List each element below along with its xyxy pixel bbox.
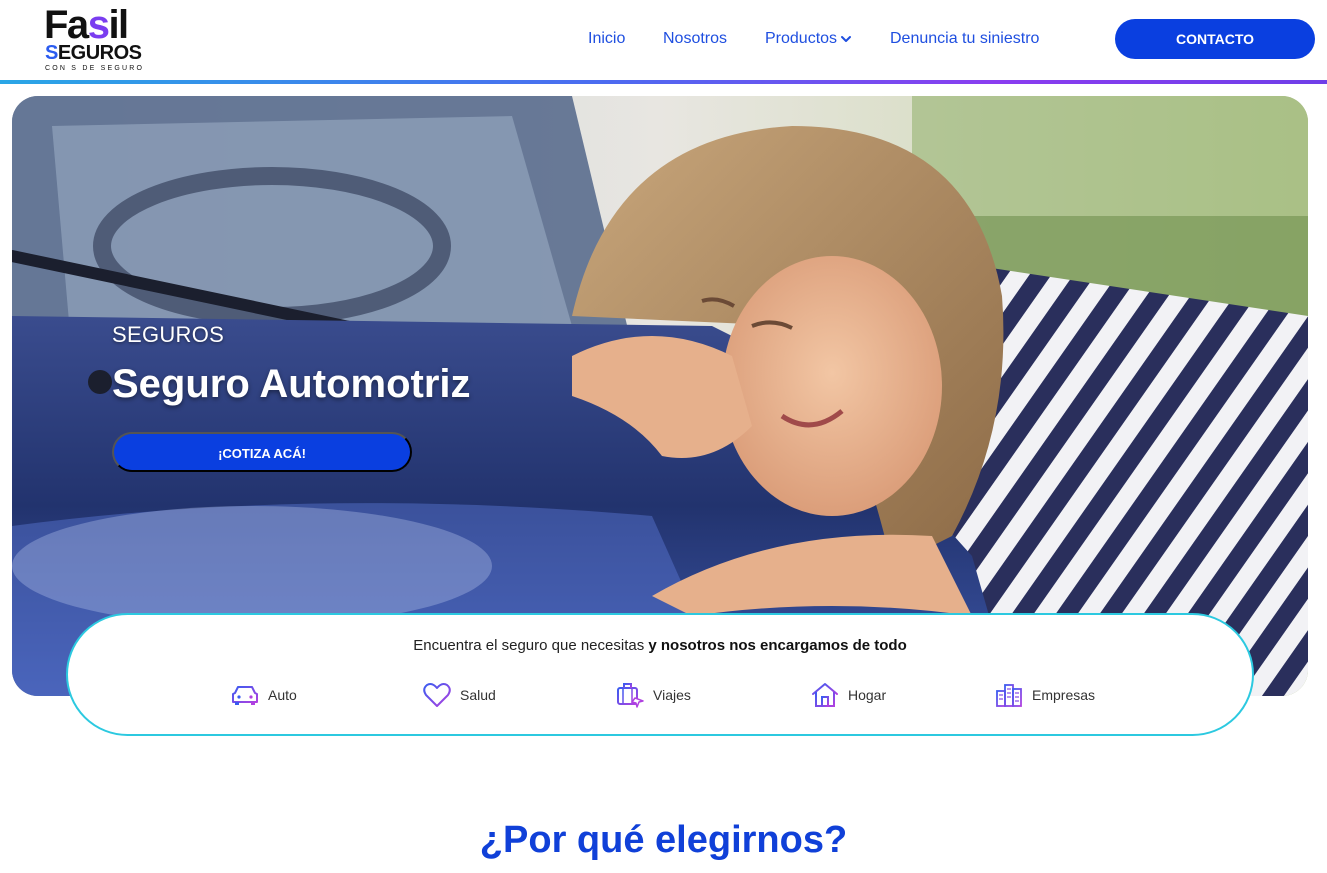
category-auto-label: Auto xyxy=(268,687,297,703)
hero-title: Seguro Automotriz xyxy=(112,362,471,406)
logo-wordmark: Fasil xyxy=(44,3,129,47)
category-viajes[interactable]: Viajes xyxy=(615,681,691,709)
brand-logo[interactable]: Fasil SEGUROS CON S DE SEGURO xyxy=(44,5,148,75)
category-empresas[interactable]: Empresas xyxy=(994,681,1095,709)
hero-kicker: SEGUROS xyxy=(112,322,225,347)
header-gradient-divider xyxy=(0,80,1327,84)
category-salud[interactable]: Salud xyxy=(422,681,496,709)
luggage-icon xyxy=(617,683,644,708)
nav-link-inicio[interactable]: Inicio xyxy=(588,28,625,50)
section-title: ¿Por qué elegirnos? xyxy=(479,819,848,861)
contact-button[interactable]: CONTACTO xyxy=(1115,19,1315,59)
finder-headline: Encuentra el seguro que necesitas y noso… xyxy=(68,637,1252,654)
nav-link-denuncia[interactable]: Denuncia tu siniestro xyxy=(890,28,1039,50)
finder-headline-regular: Encuentra el seguro que necesitas xyxy=(413,637,649,654)
heart-icon xyxy=(423,683,451,707)
insurance-finder: Encuentra el seguro que necesitas y noso… xyxy=(66,613,1254,736)
nav-link-productos[interactable]: Productos xyxy=(765,28,852,50)
hero-banner: SEGUROS Seguro Automotriz ¡COTIZA ACÁ! xyxy=(12,96,1308,696)
logo-subtitle: SEGUROS xyxy=(45,42,142,64)
quote-button[interactable]: ¡COTIZA ACÁ! xyxy=(112,432,412,472)
finder-headline-bold: y nosotros nos encargamos de todo xyxy=(648,637,907,654)
category-hogar-label: Hogar xyxy=(848,687,887,703)
category-auto[interactable]: Auto xyxy=(230,681,297,709)
logo-tagline: CON S DE SEGURO xyxy=(45,65,145,72)
category-hogar[interactable]: Hogar xyxy=(810,681,886,709)
category-viajes-label: Viajes xyxy=(653,687,691,703)
buildings-icon xyxy=(996,684,1022,707)
site-header: Fasil SEGUROS CON S DE SEGURO Inicio Nos… xyxy=(0,0,1327,80)
house-icon xyxy=(812,683,838,707)
chevron-down-icon xyxy=(841,35,852,42)
category-salud-label: Salud xyxy=(460,687,496,703)
car-icon xyxy=(232,686,258,705)
nav-link-productos-label: Productos xyxy=(765,30,838,47)
nav-link-nosotros[interactable]: Nosotros xyxy=(663,28,727,50)
category-empresas-label: Empresas xyxy=(1032,687,1096,703)
